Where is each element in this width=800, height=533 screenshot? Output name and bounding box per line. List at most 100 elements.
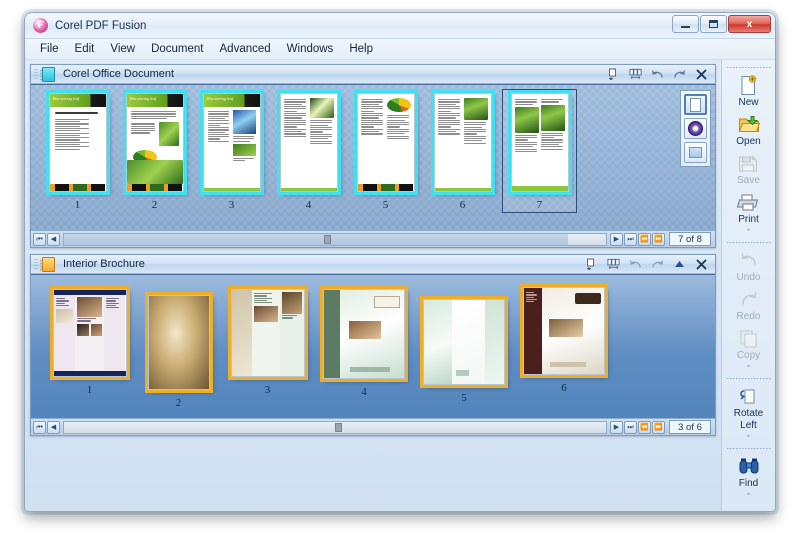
horizontal-scrollbar[interactable] <box>63 420 607 434</box>
thumbnail-item[interactable]: Discovering leaf <box>116 93 193 219</box>
last-page-button[interactable]: ⏭ <box>624 420 637 434</box>
print-button-label: Print <box>738 214 759 225</box>
page-preview[interactable]: Discovering leaf <box>48 93 107 192</box>
undo-button-label: Undo <box>736 272 761 283</box>
rewind-button[interactable]: ⏪ <box>638 232 651 246</box>
page-number: 3 <box>228 199 235 211</box>
undo-button[interactable]: Undo <box>725 247 773 286</box>
page-number: 4 <box>361 386 367 398</box>
thumbnail-item-selected[interactable]: 7 <box>501 89 578 219</box>
menu-windows[interactable]: Windows <box>280 41 341 57</box>
undo-icon[interactable] <box>629 258 642 271</box>
rail-separator <box>726 67 771 68</box>
binoculars-icon <box>738 455 760 477</box>
redo-button[interactable]: Redo <box>725 286 773 325</box>
page-preview[interactable] <box>423 299 505 385</box>
previous-page-button[interactable]: ◀ <box>47 420 60 434</box>
first-page-button[interactable]: ⏮ <box>33 420 46 434</box>
single-page-view-icon[interactable] <box>585 258 598 271</box>
page-preview[interactable] <box>323 289 405 379</box>
menu-advanced[interactable]: Advanced <box>213 41 278 57</box>
new-button[interactable]: New <box>725 72 773 111</box>
page-preview[interactable] <box>356 93 415 192</box>
expand-group-3-icon[interactable]: ˇ <box>747 434 750 445</box>
maximize-button[interactable] <box>700 15 727 33</box>
thumbnail-item[interactable]: Discovering leaf <box>39 93 116 219</box>
minimize-button[interactable] <box>672 15 699 33</box>
last-page-button[interactable]: ⏭ <box>624 232 637 246</box>
redo-icon[interactable] <box>651 258 664 271</box>
fast-forward-button[interactable]: ⏩ <box>652 232 665 246</box>
fast-forward-button[interactable]: ⏩ <box>652 420 665 434</box>
horizontal-scrollbar[interactable] <box>63 232 607 246</box>
thumbnail-item[interactable]: 3 <box>221 283 314 409</box>
menu-file[interactable]: File <box>33 41 66 57</box>
copy-button[interactable]: Copy <box>725 325 773 364</box>
next-page-button[interactable]: ▶ <box>610 420 623 434</box>
scrollbar-thumb[interactable] <box>324 234 332 244</box>
thumbnail-item[interactable]: 6 <box>424 93 501 219</box>
page-preview[interactable]: Discovering leaf <box>202 93 261 192</box>
save-icon <box>738 152 759 174</box>
thumbnail-item[interactable]: 5 <box>414 283 514 409</box>
page-thumbnail-strip[interactable]: Discovering leaf 1 Discovering leaf 2 Di… <box>31 84 715 230</box>
panel-drag-grip[interactable] <box>34 258 38 270</box>
page-view-mode-button[interactable] <box>684 94 707 115</box>
thumbnail-item[interactable]: 4 <box>314 283 414 409</box>
open-button[interactable]: Open <box>725 111 773 150</box>
next-page-button[interactable]: ▶ <box>610 232 623 246</box>
find-button-label: Find <box>738 478 759 489</box>
document-panel-corel-office-document: Corel Office Document Discovering leaf 1… <box>30 64 716 248</box>
close-button[interactable]: x <box>728 15 771 33</box>
menu-view[interactable]: View <box>103 41 142 57</box>
redo-icon[interactable] <box>673 68 686 81</box>
page-thumbnail-strip[interactable]: 1 2 3 4 5 6 <box>31 274 715 418</box>
previous-page-button[interactable]: ◀ <box>47 232 60 246</box>
page-number: 6 <box>561 382 567 394</box>
thumbnail-item[interactable]: 4 <box>270 93 347 219</box>
page-preview[interactable] <box>230 289 305 377</box>
panel-header: Interior Brochure <box>31 255 715 274</box>
close-panel-icon[interactable] <box>695 68 708 81</box>
expand-group-1-icon[interactable]: ˇ <box>747 228 750 239</box>
find-button[interactable]: Find <box>725 453 773 492</box>
thumbnail-item[interactable]: 1 <box>43 283 136 409</box>
page-preview[interactable] <box>279 93 338 192</box>
save-button[interactable]: Save <box>725 150 773 189</box>
rotate-left-button[interactable]: Rotate Left <box>725 383 773 434</box>
page-preview[interactable]: Discovering leaf <box>125 93 184 192</box>
multi-page-view-icon[interactable] <box>607 258 620 271</box>
collapse-panel-icon[interactable] <box>673 258 686 271</box>
page-number: 1 <box>74 199 81 211</box>
rail-separator <box>726 242 771 243</box>
view-mode-toolbar <box>680 90 711 167</box>
scrollbar-thumb[interactable] <box>335 422 342 432</box>
page-preview[interactable] <box>523 287 605 375</box>
thumbnail-item[interactable]: 6 <box>514 283 614 409</box>
undo-icon[interactable] <box>651 68 664 81</box>
page-preview[interactable] <box>510 93 569 192</box>
menu-document[interactable]: Document <box>144 41 210 57</box>
expand-group-2-icon[interactable]: ˇ <box>747 364 750 375</box>
page-preview[interactable] <box>52 289 127 377</box>
single-page-view-icon[interactable] <box>607 68 620 81</box>
thumbnail-item[interactable]: Discovering leaf <box>193 93 270 219</box>
print-button[interactable]: Print <box>725 189 773 228</box>
expand-group-4-icon[interactable]: ˇ <box>747 492 750 503</box>
panel-drag-grip[interactable] <box>34 68 38 80</box>
thumbnail-view-mode-button[interactable] <box>684 142 707 163</box>
thumbnail-item[interactable]: 2 <box>136 283 221 409</box>
menu-edit[interactable]: Edit <box>68 41 102 57</box>
page-preview[interactable] <box>147 295 210 390</box>
copy-button-label: Copy <box>736 350 761 361</box>
redo-arrow-icon <box>739 288 759 310</box>
page-preview[interactable] <box>433 93 492 192</box>
thumbnail-item[interactable]: 5 <box>347 93 424 219</box>
multi-page-view-icon[interactable] <box>629 68 642 81</box>
close-panel-icon[interactable] <box>695 258 708 271</box>
menu-help[interactable]: Help <box>342 41 380 57</box>
thumbnail-list: 1 2 3 4 5 6 <box>31 275 715 418</box>
flip-view-mode-button[interactable] <box>684 118 707 139</box>
rewind-button[interactable]: ⏪ <box>638 420 651 434</box>
first-page-button[interactable]: ⏮ <box>33 232 46 246</box>
